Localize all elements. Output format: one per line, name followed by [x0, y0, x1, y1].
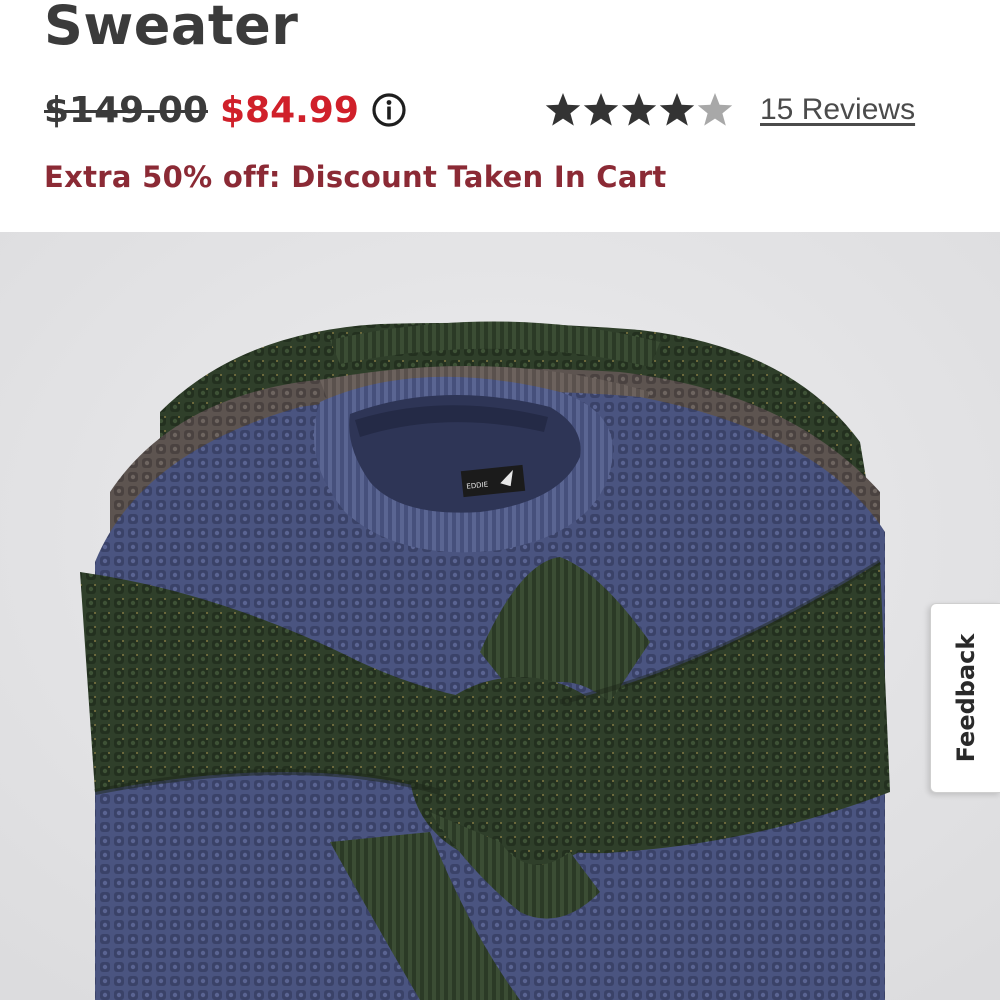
product-detail-page: Sweater $149.00 $84.99 15 Reviews Extra … — [0, 0, 1000, 1000]
product-title: Sweater — [44, 0, 299, 57]
rating-stars[interactable] — [544, 91, 734, 129]
info-circle-icon[interactable] — [371, 92, 407, 128]
original-price: $149.00 — [44, 89, 208, 131]
product-image[interactable]: EDDIE — [0, 232, 1000, 1000]
star-filled-icon — [582, 91, 620, 129]
feedback-label: Feedback — [952, 633, 980, 763]
star-filled-icon — [620, 91, 658, 129]
star-filled-icon — [658, 91, 696, 129]
sale-price: $84.99 — [219, 89, 359, 131]
product-rating: 15 Reviews — [544, 86, 915, 134]
star-empty-icon — [696, 91, 734, 129]
feedback-tab[interactable]: Feedback — [930, 603, 1000, 793]
price-row: $149.00 $84.99 — [44, 86, 407, 134]
promo-message: Extra 50% off: Discount Taken In Cart — [44, 160, 667, 194]
sweater-photo: EDDIE — [0, 232, 1000, 1000]
reviews-link[interactable]: 15 Reviews — [760, 93, 915, 127]
star-filled-icon — [544, 91, 582, 129]
